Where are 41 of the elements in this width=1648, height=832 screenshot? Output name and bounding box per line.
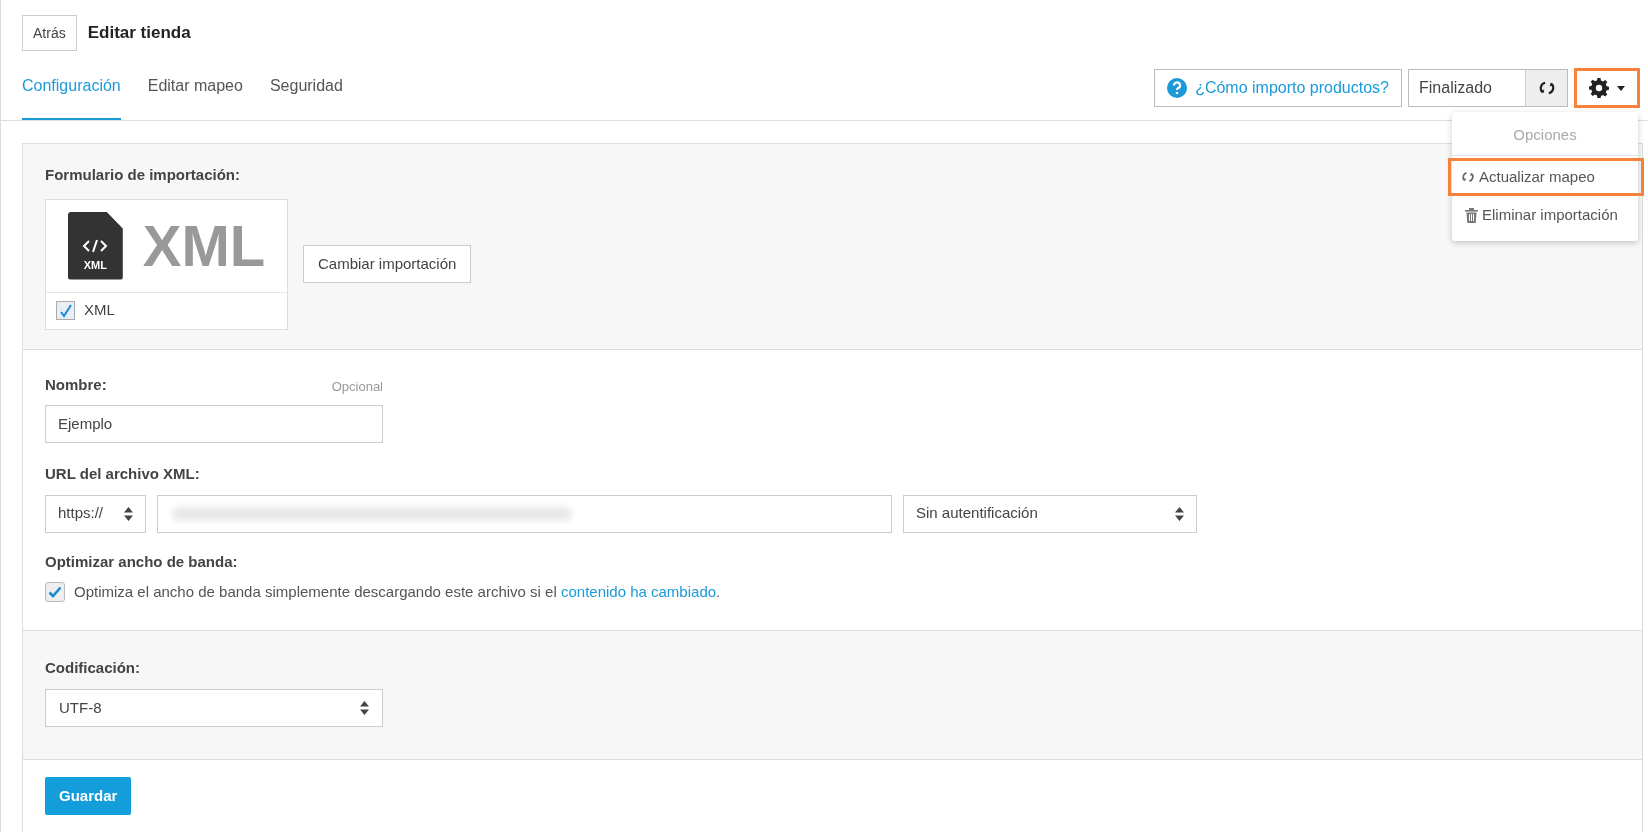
checkbox[interactable]: [56, 301, 75, 320]
format-label: XML: [84, 300, 115, 321]
help-icon: [1167, 78, 1188, 98]
refresh-icon: [1461, 169, 1475, 184]
menu-item[interactable]: Eliminar importación: [1452, 196, 1638, 235]
xml-logo-text: XML: [142, 216, 266, 275]
select-arrows-icon: [1175, 506, 1184, 521]
url-input[interactable]: [157, 494, 892, 533]
name-input[interactable]: Ejemplo: [45, 405, 383, 443]
protocol-select[interactable]: https://: [45, 494, 146, 533]
back-button[interactable]: Atrás: [22, 15, 77, 51]
field-label: Formulario de importación:: [45, 165, 240, 185]
page-title: Editar tienda: [87, 22, 191, 45]
tab[interactable]: Editar mapeo: [147, 74, 243, 120]
status-text: Finalizado: [1418, 78, 1493, 98]
select-arrows-icon: [124, 506, 133, 521]
field-label: Optimizar ancho de banda:: [45, 551, 238, 572]
optional-hint: Opcional: [331, 377, 383, 396]
refresh-button[interactable]: [1525, 70, 1567, 106]
change-import-button[interactable]: Cambiar importación: [303, 245, 472, 283]
field-label: Codificación:: [45, 657, 140, 678]
bandwidth-description: Optimiza el ancho de banda simplemente descargando este archivo si el contenido ha cambiado.: [74, 582, 721, 602]
settings-icon: [1589, 78, 1609, 98]
menu-heading: Opciones: [1512, 125, 1578, 145]
check-icon: [48, 586, 62, 599]
check-icon: [58, 303, 73, 318]
select-arrows-icon: [360, 701, 369, 715]
format-card[interactable]: XML XML XML: [45, 198, 288, 330]
menu-item[interactable]: Actualizar mapeo: [1448, 157, 1644, 196]
auth-select[interactable]: Sin autentificación: [903, 494, 1197, 533]
checkbox[interactable]: [45, 582, 65, 603]
caret-icon: [1617, 85, 1625, 91]
file-type-text: XML: [83, 258, 107, 273]
field-label: Nombre:: [45, 374, 107, 395]
settings-button[interactable]: [1574, 68, 1640, 108]
trash-icon: [1465, 207, 1478, 223]
code-icon: [82, 239, 109, 253]
encoding-select[interactable]: UTF-8: [45, 689, 383, 727]
refresh-icon: [1537, 79, 1556, 97]
tab[interactable]: Seguridad: [269, 74, 343, 120]
field-label: URL del archivo XML:: [45, 464, 200, 484]
